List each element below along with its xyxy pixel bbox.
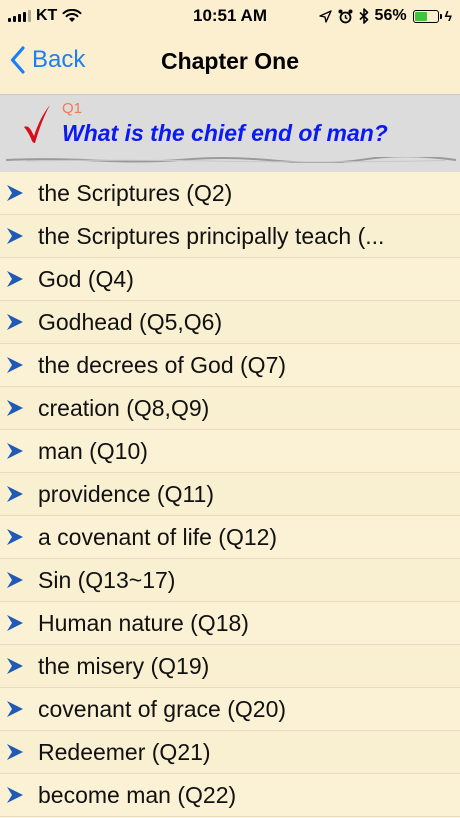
list-item-label: Sin (Q13~17)	[38, 566, 176, 593]
list-item-label: God (Q4)	[38, 265, 134, 292]
arrow-right-icon	[7, 185, 23, 201]
arrow-right-icon	[7, 744, 23, 760]
list-item-label: providence (Q11)	[38, 480, 214, 507]
list-item-label: the Scriptures principally teach (...	[38, 222, 385, 249]
arrow-right-icon	[7, 572, 23, 588]
arrow-right-icon	[7, 443, 23, 459]
arrow-right-icon	[7, 658, 23, 674]
alarm-icon	[338, 9, 353, 23]
arrow-right-icon	[7, 228, 23, 244]
battery-icon	[412, 9, 442, 23]
arrow-right-icon	[7, 357, 23, 373]
battery-fill	[414, 11, 427, 21]
list-item[interactable]: God (Q4)	[0, 258, 460, 301]
list-item[interactable]: covenant of grace (Q20)	[0, 688, 460, 731]
list-item[interactable]: the decrees of God (Q7)	[0, 344, 460, 387]
list-item[interactable]: the misery (Q19)	[0, 645, 460, 688]
list-item-label: Human nature (Q18)	[38, 609, 249, 636]
list-item-label: become man (Q22)	[38, 781, 237, 808]
arrow-right-icon	[7, 314, 23, 330]
arrow-right-icon	[7, 787, 23, 803]
list-item-label: a covenant of life (Q12)	[38, 523, 278, 550]
list-item-label: covenant of grace (Q20)	[38, 695, 287, 722]
list-item-label: Redeemer (Q21)	[38, 738, 211, 765]
question-number: Q1	[62, 100, 83, 117]
list-item[interactable]: providence (Q11)	[0, 473, 460, 516]
question-text: What is the chief end of man?	[62, 120, 388, 146]
arrow-right-icon	[7, 615, 23, 631]
status-right: 56% ϟ	[318, 7, 452, 25]
list-item[interactable]: Sin (Q13~17)	[0, 559, 460, 602]
arrow-right-icon	[7, 400, 23, 416]
list-item[interactable]: a covenant of life (Q12)	[0, 516, 460, 559]
list-item-label: man (Q10)	[38, 437, 148, 464]
question-header[interactable]: Q1 What is the chief end of man?	[0, 94, 460, 173]
page-title: Chapter One	[160, 48, 300, 74]
list-item-label: the decrees of God (Q7)	[38, 351, 287, 378]
list-item[interactable]: creation (Q8,Q9)	[0, 387, 460, 430]
list-item[interactable]: Godhead (Q5,Q6)	[0, 301, 460, 344]
checkmark-icon	[24, 105, 50, 143]
list-item[interactable]: Redeemer (Q21)	[0, 731, 460, 774]
list-item[interactable]: become man (Q22)	[0, 774, 460, 817]
list-item-label: the misery (Q19)	[38, 652, 210, 679]
charging-icon: ϟ	[444, 8, 452, 24]
arrow-right-icon	[7, 701, 23, 717]
list-item-label: creation (Q8,Q9)	[38, 394, 210, 421]
battery-percent: 56%	[374, 7, 407, 24]
status-bar: KT 10:51 AM 56% ϟ	[0, 0, 460, 32]
arrow-right-icon	[7, 486, 23, 502]
list-item-label: the Scriptures (Q2)	[38, 179, 233, 206]
navigation-bar: Back Chapter One	[0, 32, 460, 94]
location-icon	[318, 9, 332, 23]
topic-list: the Scriptures (Q2) the Scriptures princi…	[0, 172, 460, 817]
list-item[interactable]: the Scriptures (Q2)	[0, 172, 460, 215]
arrow-right-icon	[7, 529, 23, 545]
list-item[interactable]: man (Q10)	[0, 430, 460, 473]
list-item[interactable]: the Scriptures principally teach (...	[0, 215, 460, 258]
decorative-divider	[6, 157, 456, 163]
list-item[interactable]: Human nature (Q18)	[0, 602, 460, 645]
list-item-label: Godhead (Q5,Q6)	[38, 308, 223, 335]
bluetooth-icon	[359, 8, 368, 24]
arrow-right-icon	[7, 271, 23, 287]
